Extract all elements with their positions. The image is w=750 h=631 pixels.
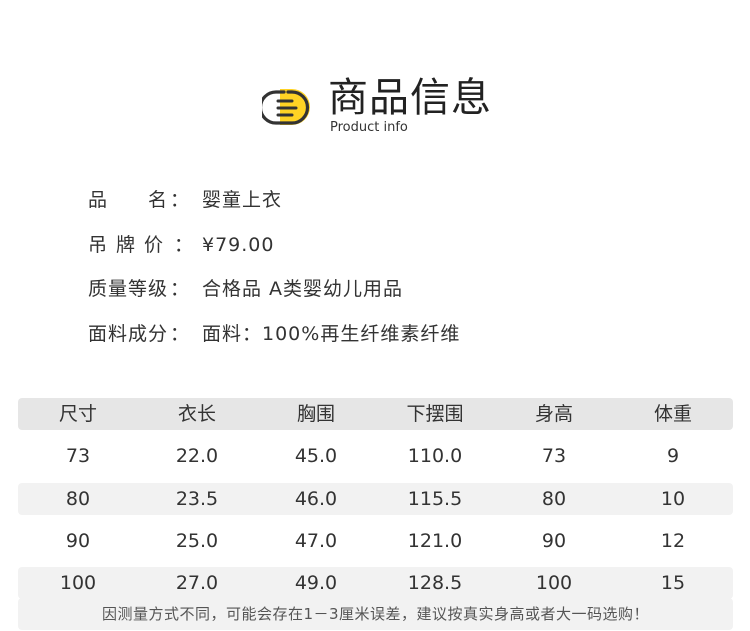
size-table: 尺寸 衣长 胸围 下摆围 身高 体重 73 22.0 45.0 110.0 73… [18, 398, 733, 609]
table-cell: 90 [65, 529, 91, 552]
info-label: 面料成分： [88, 323, 191, 346]
table-header-cell: 尺寸 [58, 403, 97, 425]
table-header-cell: 身高 [534, 403, 573, 425]
table-cell: 90 [541, 529, 567, 552]
info-label: 质量等级： [88, 278, 191, 301]
table-cell: 115.5 [407, 487, 463, 510]
table-cell: 100 [59, 572, 97, 595]
table-header-cell: 衣长 [177, 403, 216, 425]
table-cell: 47.0 [294, 529, 338, 552]
table-row: 100 27.0 49.0 128.5 100 15 [18, 567, 733, 600]
info-row-material: 面料成分： 面料：100%再生纤维素纤维 [88, 318, 688, 363]
info-value: 婴童上衣 [202, 189, 283, 211]
table-cell: 100 [535, 572, 573, 595]
table-row: 80 23.5 46.0 115.5 80 10 [18, 482, 733, 515]
document-lines-icon [262, 89, 310, 125]
info-value: 合格品 A类婴幼儿用品 [202, 278, 404, 301]
table-header-cell: 体重 [653, 403, 692, 425]
table-cell: 73 [65, 445, 91, 468]
table-cell: 9 [666, 445, 680, 468]
table-cell: 23.5 [175, 487, 219, 510]
table-cell: 80 [65, 487, 91, 510]
table-cell: 15 [660, 572, 686, 595]
page-title: 商品信息 [328, 75, 492, 121]
table-cell: 128.5 [407, 572, 463, 595]
page-subtitle: Product info [330, 120, 408, 135]
table-header-cell: 胸围 [296, 403, 335, 425]
info-row-name: 品 名： 婴童上衣 [88, 184, 688, 229]
table-cell: 25.0 [175, 529, 219, 552]
table-cell: 10 [660, 487, 686, 510]
table-cell: 27.0 [175, 572, 219, 595]
info-value: 面料：100%再生纤维素纤维 [202, 323, 461, 346]
info-label: 吊牌价： [88, 233, 195, 256]
table-cell: 49.0 [294, 572, 338, 595]
table-cell: 121.0 [407, 529, 463, 552]
info-value: ¥79.00 [202, 233, 275, 256]
table-row: 90 25.0 47.0 121.0 90 12 [18, 525, 733, 557]
section-header: 商品信息 Product info [262, 72, 562, 142]
table-header-row: 尺寸 衣长 胸围 下摆围 身高 体重 [18, 398, 733, 430]
table-cell: 45.0 [294, 445, 338, 468]
measurement-note: 因测量方式不同，可能会存在1－3厘米误差，建议按真实身高或者大一码选购！ [18, 598, 733, 630]
table-row: 73 22.0 45.0 110.0 73 9 [18, 440, 733, 472]
table-header-cell: 下摆围 [406, 403, 464, 425]
product-info-list: 品 名： 婴童上衣 吊牌价： ¥79.00 质量等级： 合格品 A类婴幼儿用品 … [88, 184, 688, 363]
info-row-price: 吊牌价： ¥79.00 [88, 229, 688, 274]
table-cell: 46.0 [294, 487, 338, 510]
table-cell: 110.0 [407, 445, 463, 468]
info-row-grade: 质量等级： 合格品 A类婴幼儿用品 [88, 273, 688, 318]
info-label: 品 名： [88, 189, 191, 211]
table-cell: 80 [541, 487, 567, 510]
note-text: 因测量方式不同，可能会存在1－3厘米误差，建议按真实身高或者大一码选购！ [101, 605, 650, 623]
table-cell: 22.0 [175, 445, 219, 468]
table-cell: 73 [541, 445, 567, 468]
table-cell: 12 [660, 529, 686, 552]
